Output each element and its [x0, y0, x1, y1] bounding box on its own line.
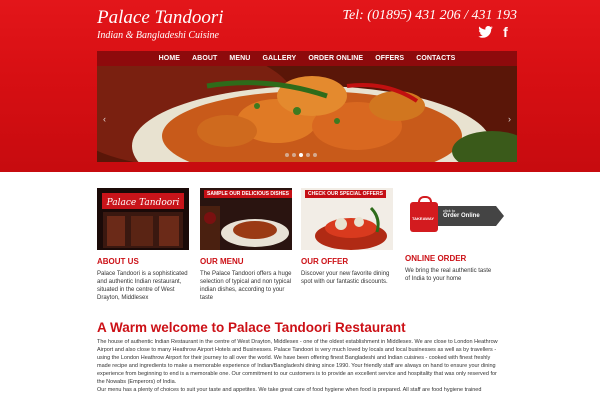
hero-slider[interactable]: ‹ › — [97, 66, 517, 162]
brand[interactable]: Palace Tandoori Indian & Bangladeshi Cui… — [97, 8, 224, 43]
welcome-title: A Warm welcome to Palace Tandoori Restau… — [97, 320, 406, 335]
feature-title[interactable]: OUR MENU — [200, 257, 292, 266]
order-button-label: Order Online — [443, 213, 480, 219]
slider-pagination — [285, 153, 317, 157]
feature-offer[interactable]: CHECK OUR SPECIAL OFFERS OUR OFFER Disco… — [301, 188, 393, 286]
feature-title[interactable]: ABOUT US — [97, 257, 189, 266]
nav-contacts[interactable]: CONTACTS — [410, 55, 461, 62]
slider-dot[interactable] — [285, 153, 289, 157]
offer-badge: CHECK OUR SPECIAL OFFERS — [305, 190, 386, 198]
nav-gallery[interactable]: GALLERY — [256, 55, 302, 62]
nav-home[interactable]: HOME — [153, 55, 186, 62]
slider-dot[interactable] — [306, 153, 310, 157]
slider-dot[interactable] — [292, 153, 296, 157]
feature-description: We bring the real authentic taste of Ind… — [405, 268, 492, 282]
slider-prev-icon[interactable]: ‹ — [103, 114, 106, 124]
feature-title[interactable]: ONLINE ORDER — [405, 254, 497, 263]
feature-description: Palace Tandoori is a sophisticated and a… — [97, 271, 188, 301]
menu-badge: SAMPLE OUR DELICIOUS DISHES — [204, 190, 292, 198]
feature-online-order[interactable]: ONLINE ORDER We bring the real authentic… — [405, 250, 497, 283]
feature-about[interactable]: Palace Tandoori ABOUT US Palace Tandoori… — [97, 188, 189, 302]
slider-next-icon[interactable]: › — [508, 114, 511, 124]
phone-number: Tel: (01895) 431 206 / 431 193 — [342, 8, 517, 23]
welcome-body: The house of authentic Indian Restaurant… — [97, 338, 502, 394]
feature-description: Discover your new favorite dining spot w… — [301, 271, 390, 285]
order-online-banner[interactable]: TAKEAWAY click to Order Online — [402, 188, 504, 250]
nav-offers[interactable]: OFFERS — [369, 55, 410, 62]
order-online-button[interactable]: click to Order Online — [438, 206, 504, 226]
menu-image[interactable]: SAMPLE OUR DELICIOUS DISHES — [200, 188, 292, 250]
nav-about[interactable]: ABOUT — [186, 55, 223, 62]
feature-description: The Palace Tandoori offers a huge select… — [200, 271, 292, 301]
about-image[interactable]: Palace Tandoori — [97, 188, 189, 250]
nav-order-online[interactable]: ORDER ONLINE — [302, 55, 369, 62]
site-header: Palace Tandoori Indian & Bangladeshi Cui… — [0, 0, 600, 172]
main-nav: HOME ABOUT MENU GALLERY ORDER ONLINE OFF… — [97, 51, 517, 66]
brand-tagline: Indian & Bangladeshi Cuisine — [97, 30, 219, 41]
feature-menu[interactable]: SAMPLE OUR DELICIOUS DISHES OUR MENU The… — [200, 188, 292, 302]
facebook-icon[interactable]: f — [498, 23, 513, 40]
slider-dot[interactable] — [313, 153, 317, 157]
welcome-paragraph-2: Our menu has a plenty of choices to suit… — [97, 387, 482, 393]
feature-title[interactable]: OUR OFFER — [301, 257, 393, 266]
takeaway-label: TAKEAWAY — [412, 216, 435, 221]
twitter-icon[interactable] — [478, 24, 493, 39]
svg-text:Palace Tandoori: Palace Tandoori — [106, 198, 180, 208]
slider-dot-active[interactable] — [299, 153, 303, 157]
offer-image[interactable]: CHECK OUR SPECIAL OFFERS — [301, 188, 393, 250]
hero-image — [97, 66, 517, 162]
brand-name: Palace Tandoori — [97, 7, 224, 28]
welcome-paragraph-1: The house of authentic Indian Restaurant… — [97, 339, 498, 385]
facebook-glyph: f — [503, 23, 508, 40]
nav-menu[interactable]: MENU — [223, 55, 256, 62]
takeaway-bag-icon: TAKEAWAY — [410, 196, 438, 232]
